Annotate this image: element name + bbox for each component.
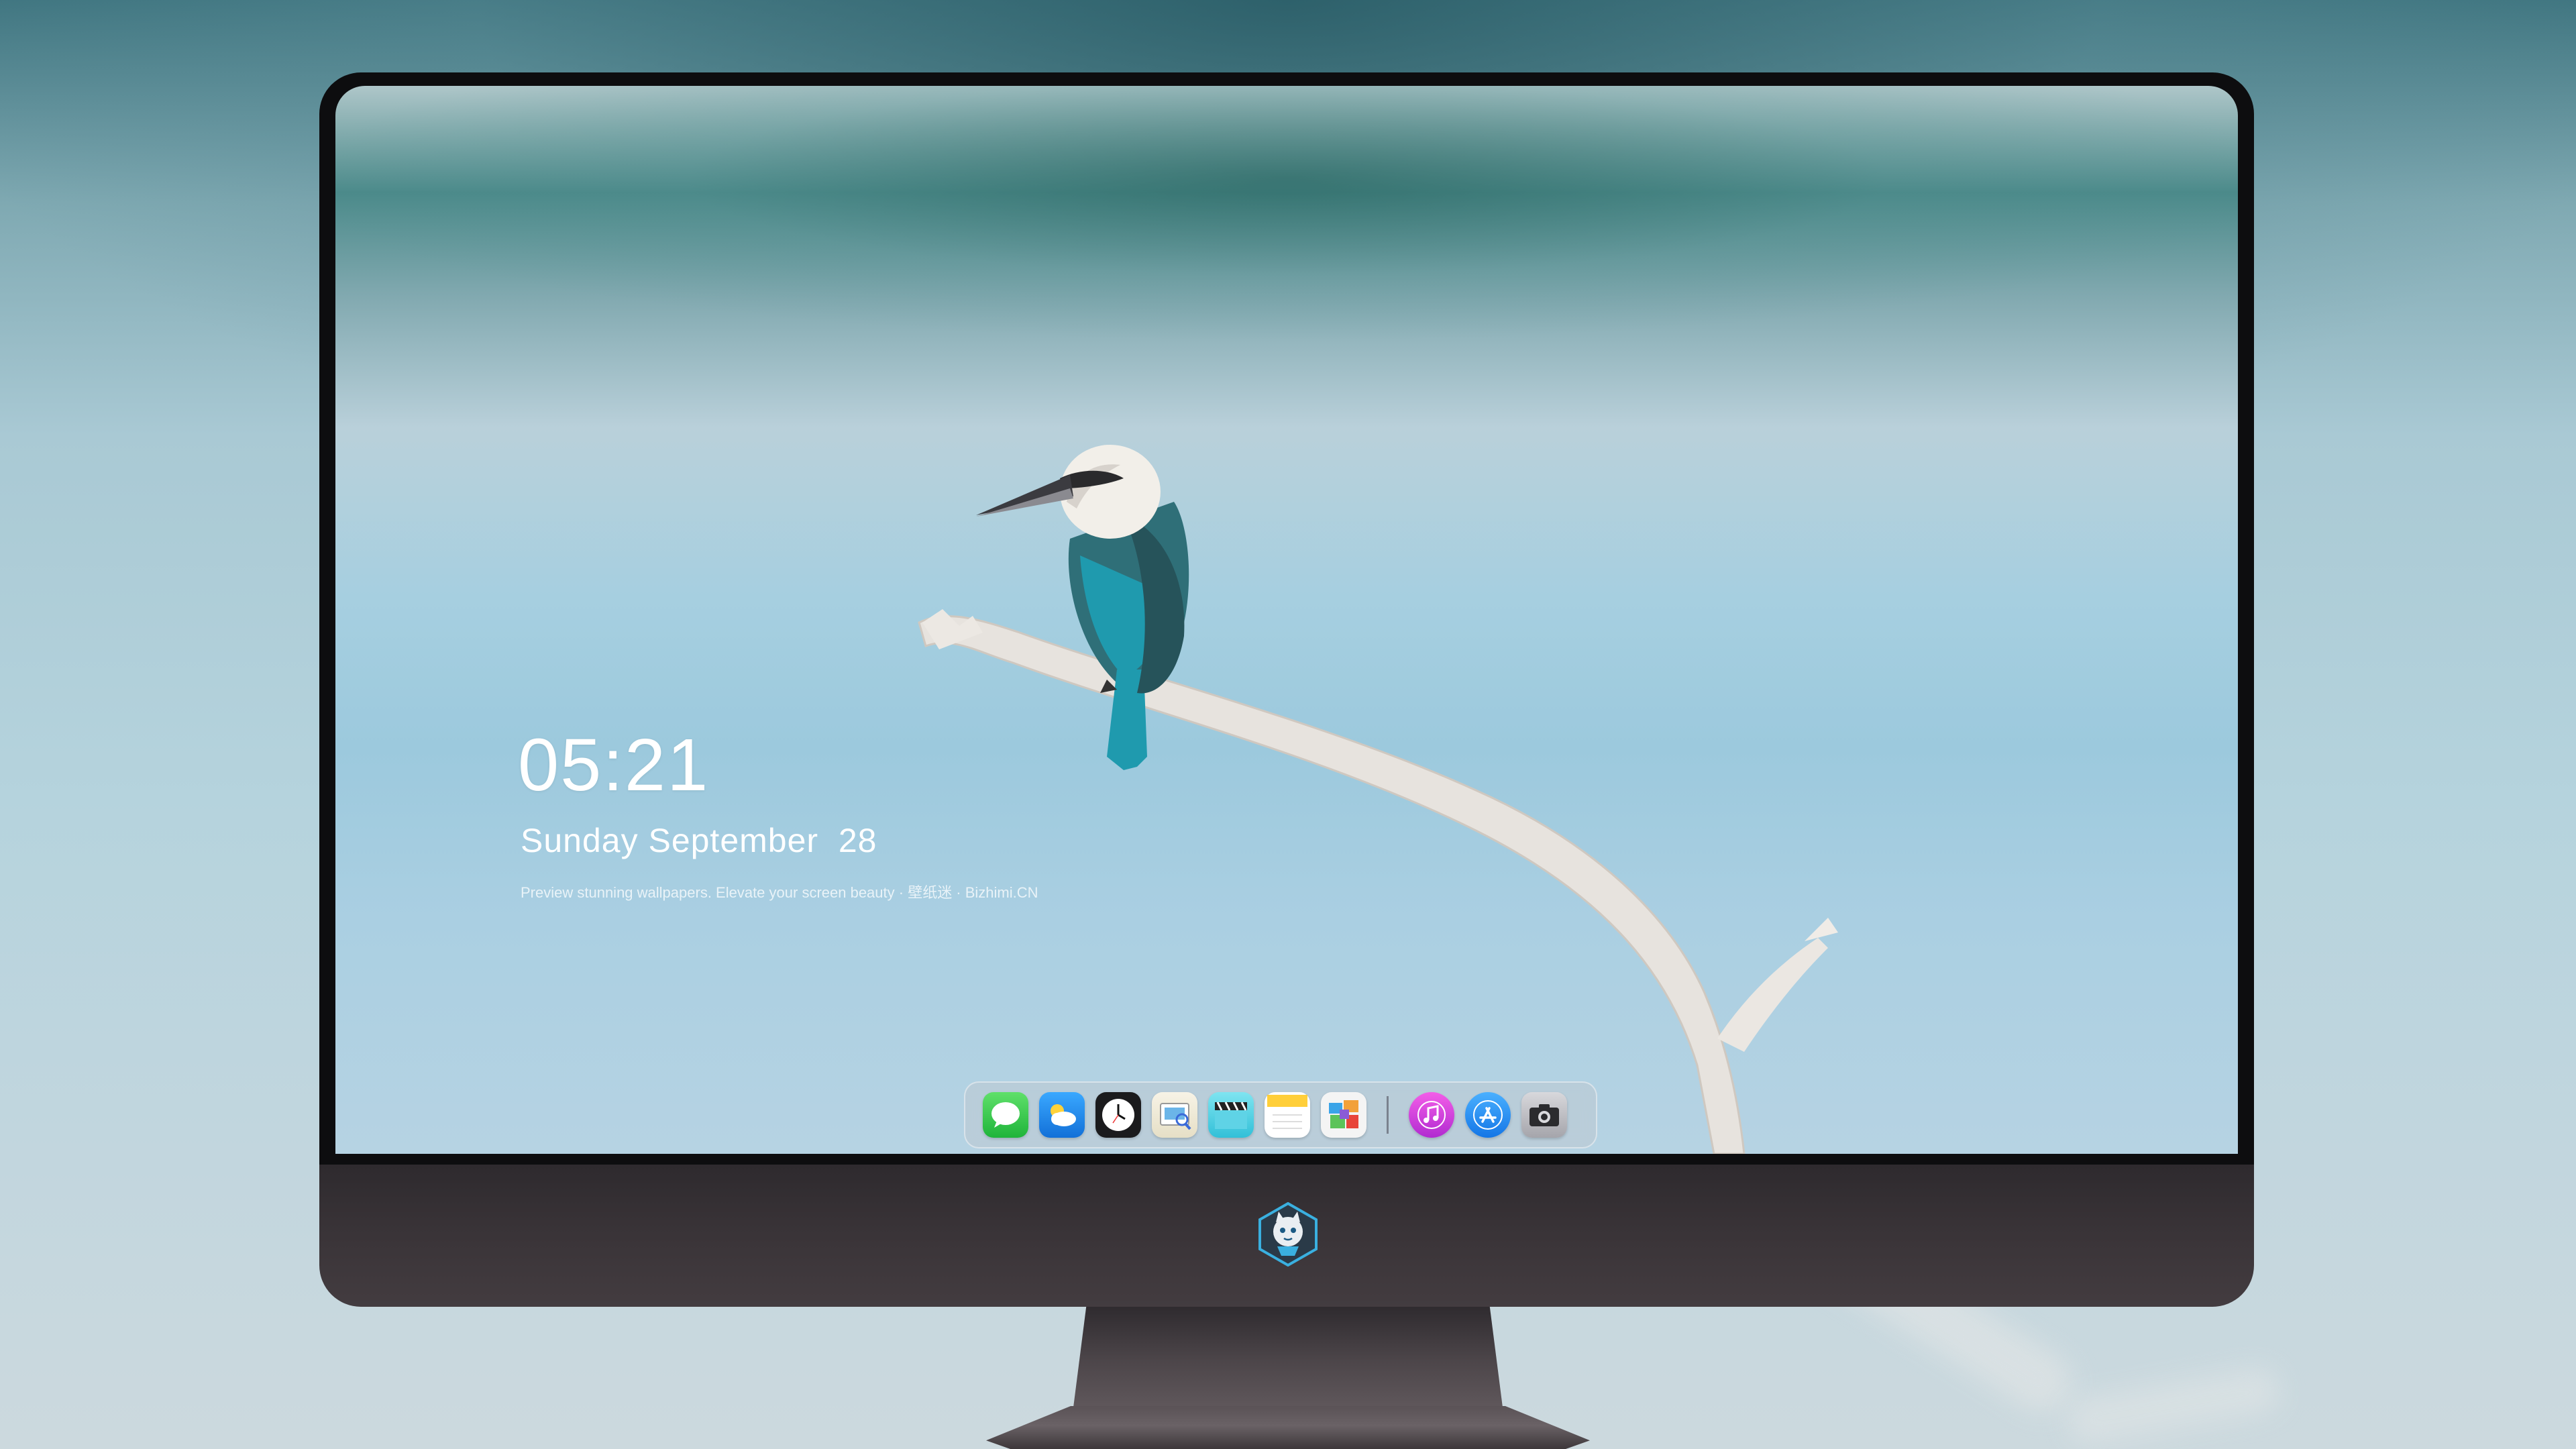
- messages-icon[interactable]: [983, 1092, 1028, 1138]
- dock: [964, 1081, 1597, 1148]
- notes-icon[interactable]: [1265, 1092, 1310, 1138]
- lockscreen-tagline: Preview stunning wallpapers. Elevate you…: [521, 884, 1038, 901]
- monitor-screen: 05:21 Sunday September 28 Preview stunni…: [335, 86, 2238, 1154]
- wallpaper-kingfisher: [918, 445, 1838, 1154]
- monitor-stand-base: [986, 1406, 1590, 1449]
- preview-icon[interactable]: [1152, 1092, 1197, 1138]
- monitor-stand-neck: [1073, 1307, 1503, 1407]
- camera-icon[interactable]: [1521, 1092, 1567, 1138]
- photos-icon[interactable]: [1321, 1092, 1366, 1138]
- music-icon[interactable]: [1409, 1092, 1454, 1138]
- app-store-icon[interactable]: [1465, 1092, 1511, 1138]
- lockscreen-clock: 05:21: [518, 724, 710, 806]
- weather-icon[interactable]: [1039, 1092, 1085, 1138]
- clock-icon[interactable]: [1095, 1092, 1141, 1138]
- clapperboard-icon[interactable]: [1208, 1092, 1254, 1138]
- brand-logo-icon: [1258, 1202, 1318, 1267]
- lockscreen-date: Sunday September 28: [521, 822, 877, 859]
- dock-separator: [1387, 1096, 1389, 1134]
